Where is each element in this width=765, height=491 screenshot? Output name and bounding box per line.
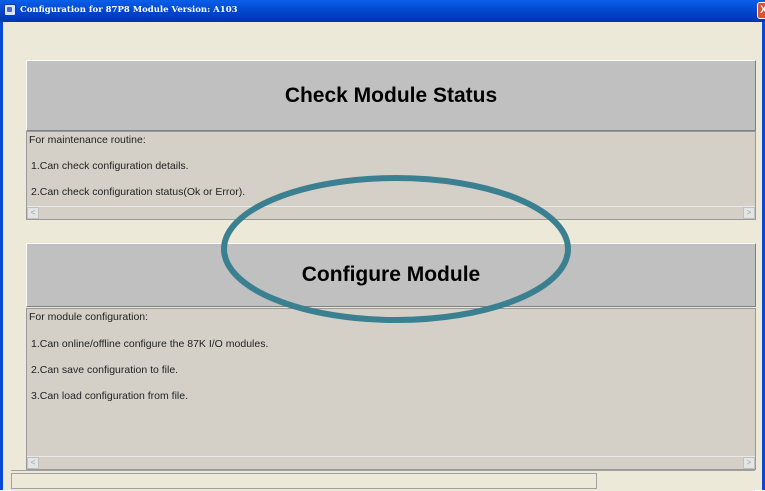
info-line: For maintenance routine: [29, 134, 146, 146]
info-line: 2.Can check configuration status(Ok or E… [31, 186, 246, 198]
check-module-status-button[interactable]: Check Module Status [26, 60, 756, 131]
status-pane [11, 473, 597, 489]
window-title: Configuration for 87P8 Module Version: A… [20, 5, 238, 15]
configure-module-button[interactable]: Configure Module [26, 243, 756, 307]
info-line: 3.Can load configuration from file. [31, 390, 189, 402]
close-button[interactable]: X [757, 2, 765, 19]
info-line: 1.Can check configuration details. [31, 160, 189, 172]
scroll-right-icon[interactable]: > [743, 207, 755, 219]
title-bar[interactable]: Configuration for 87P8 Module Version: A… [0, 0, 765, 22]
main-window: Check Module Status For maintenance rout… [0, 22, 765, 490]
close-icon: X [760, 4, 765, 16]
horizontal-scrollbar[interactable]: < > [27, 206, 755, 219]
scroll-left-icon[interactable]: < [27, 207, 39, 219]
info-line: 2.Can save configuration to file. [31, 364, 179, 376]
status-info-panel: For maintenance routine: 1.Can check con… [26, 131, 756, 220]
info-line: 1.Can online/offline configure the 87K I… [31, 338, 269, 350]
scroll-left-icon[interactable]: < [27, 457, 39, 469]
info-line: For module configuration: [29, 311, 149, 323]
scroll-right-icon[interactable]: > [743, 457, 755, 469]
horizontal-scrollbar[interactable]: < > [27, 456, 755, 469]
config-info-panel: For module configuration: 1.Can online/o… [26, 308, 756, 470]
app-icon[interactable] [4, 4, 16, 16]
status-bar [11, 470, 755, 491]
